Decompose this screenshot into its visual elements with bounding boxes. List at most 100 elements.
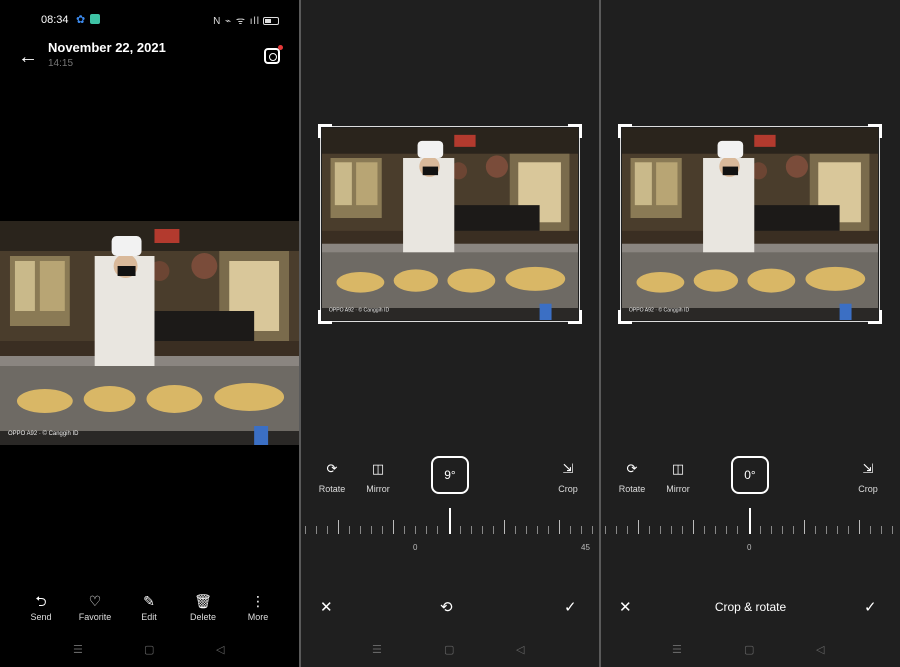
ruler-tick <box>726 526 727 534</box>
crop-button[interactable]: ⇲ Crop <box>548 460 588 494</box>
ruler-tick <box>804 520 805 534</box>
ruler-tick <box>349 526 350 534</box>
reset-icon[interactable]: ⟲ <box>440 598 453 616</box>
crop-handle-top-left[interactable] <box>318 124 332 138</box>
rotate-button[interactable]: ⟳ Rotate <box>612 460 652 494</box>
ruler-tick <box>815 526 816 534</box>
send-button[interactable]: ⮌ Send <box>16 592 66 622</box>
ruler-tick <box>404 526 405 534</box>
crop-frame[interactable] <box>318 124 582 324</box>
ruler-tick <box>449 508 451 534</box>
mirror-label: Mirror <box>366 484 390 494</box>
ruler-tick <box>559 520 560 534</box>
photo-date: November 22, 2021 <box>48 40 166 55</box>
rotate-label: Rotate <box>318 484 346 494</box>
favorite-button[interactable]: ♡ Favorite <box>70 592 120 622</box>
status-time: 08:34 <box>41 14 69 26</box>
nav-home-icon[interactable]: ▢ <box>744 643 754 656</box>
ruler-tick <box>760 526 761 534</box>
ruler-tick <box>859 520 860 534</box>
more-icon: ⋮ <box>251 593 265 609</box>
edit-button[interactable]: ✎ Edit <box>124 592 174 622</box>
confirm-icon[interactable]: ✓ <box>564 598 577 616</box>
ruler-tick <box>870 526 871 534</box>
ruler-tick <box>338 520 339 534</box>
ruler-tick <box>848 526 849 534</box>
nav-recents-icon[interactable]: ☰ <box>672 643 682 656</box>
trash-icon: 🗑 <box>194 593 212 609</box>
crop-handle-bottom-left[interactable] <box>618 310 632 324</box>
crop-handle-bottom-right[interactable] <box>868 310 882 324</box>
ruler-tick <box>393 520 394 534</box>
heart-icon: ♡ <box>88 593 102 609</box>
nav-home-icon[interactable]: ▢ <box>144 643 154 656</box>
angle-ruler[interactable] <box>301 508 599 534</box>
crop-button[interactable]: ⇲ Crop <box>848 460 888 494</box>
back-arrow-icon[interactable]: ← <box>18 46 38 69</box>
ruler-tick <box>892 526 893 534</box>
crop-handle-top-right[interactable] <box>568 124 582 138</box>
crop-handle-top-right[interactable] <box>868 124 882 138</box>
ruler-tick <box>515 526 516 534</box>
ruler-tick <box>771 526 772 534</box>
ruler-tick <box>460 526 461 534</box>
rotate-icon: ⟳ <box>326 461 338 476</box>
mirror-icon: ◫ <box>371 461 385 476</box>
ruler-tick <box>649 526 650 534</box>
crop-rotate-screen-a: ⟳ Rotate ◫ Mirror 9° ⇲ Crop 0 45 ✕ ⟲ ✓ ☰… <box>301 0 599 667</box>
edit-label: Edit <box>141 612 157 622</box>
ruler-tick <box>826 526 827 534</box>
ruler-tick <box>693 520 694 534</box>
ruler-tick <box>415 526 416 534</box>
ruler-label-zero: 0 <box>413 543 418 552</box>
ruler-tick <box>638 520 639 534</box>
photo-action-bar: ⮌ Send ♡ Favorite ✎ Edit 🗑 Delete ⋮ More <box>0 592 299 626</box>
ruler-tick <box>605 526 606 534</box>
more-button[interactable]: ⋮ More <box>233 592 283 622</box>
delete-button[interactable]: 🗑 Delete <box>178 592 228 622</box>
crop-frame[interactable] <box>618 124 882 324</box>
ruler-tick <box>471 526 472 534</box>
ruler-tick <box>749 508 751 534</box>
ruler-tick <box>382 526 383 534</box>
photo[interactable]: OPPO A92 · © Canggih ID <box>0 221 299 445</box>
lens-scan-icon[interactable] <box>264 45 283 64</box>
status-icons: N ⌁ ᯤ ıll <box>213 13 279 27</box>
cancel-icon[interactable]: ✕ <box>320 598 333 616</box>
ruler-tick <box>793 526 794 534</box>
ruler-tick <box>504 520 505 534</box>
ruler-tick <box>305 526 306 534</box>
send-label: Send <box>30 612 52 622</box>
phone-notification-icon <box>90 14 100 24</box>
crop-handle-bottom-left[interactable] <box>318 310 332 324</box>
ruler-label-max: 45 <box>581 543 590 552</box>
crop-handle-top-left[interactable] <box>618 124 632 138</box>
favorite-label: Favorite <box>78 612 112 622</box>
nav-home-icon[interactable]: ▢ <box>444 643 454 656</box>
crop-handle-bottom-right[interactable] <box>568 310 582 324</box>
nav-recents-icon[interactable]: ☰ <box>372 643 382 656</box>
ruler-tick <box>493 526 494 534</box>
ruler-tick <box>616 526 617 534</box>
angle-ruler[interactable] <box>601 508 900 534</box>
status-bar: 08:34 ✿ N ⌁ ᯤ ıll <box>0 12 299 28</box>
confirm-icon[interactable]: ✓ <box>864 598 877 616</box>
nav-back-icon[interactable]: ◁ <box>216 643 224 656</box>
ruler-tick <box>682 526 683 534</box>
nav-back-icon[interactable]: ◁ <box>516 643 524 656</box>
ruler-tick <box>704 526 705 534</box>
mirror-button[interactable]: ◫ Mirror <box>358 460 398 494</box>
settings-notification-icon: ✿ <box>76 14 86 26</box>
ruler-tick <box>592 526 593 534</box>
rotate-icon: ⟳ <box>626 461 638 476</box>
editor-title: Crop & rotate <box>714 600 787 614</box>
nav-back-icon[interactable]: ◁ <box>816 643 824 656</box>
photo-watermark: OPPO A92 · © Canggih ID <box>8 430 79 437</box>
ruler-tick <box>627 526 628 534</box>
mirror-button[interactable]: ◫ Mirror <box>658 460 698 494</box>
ruler-tick <box>737 526 738 534</box>
rotate-button[interactable]: ⟳ Rotate <box>312 460 352 494</box>
crop-icon: ⇲ <box>562 461 574 476</box>
nav-recents-icon[interactable]: ☰ <box>73 643 83 656</box>
ruler-tick <box>327 526 328 534</box>
